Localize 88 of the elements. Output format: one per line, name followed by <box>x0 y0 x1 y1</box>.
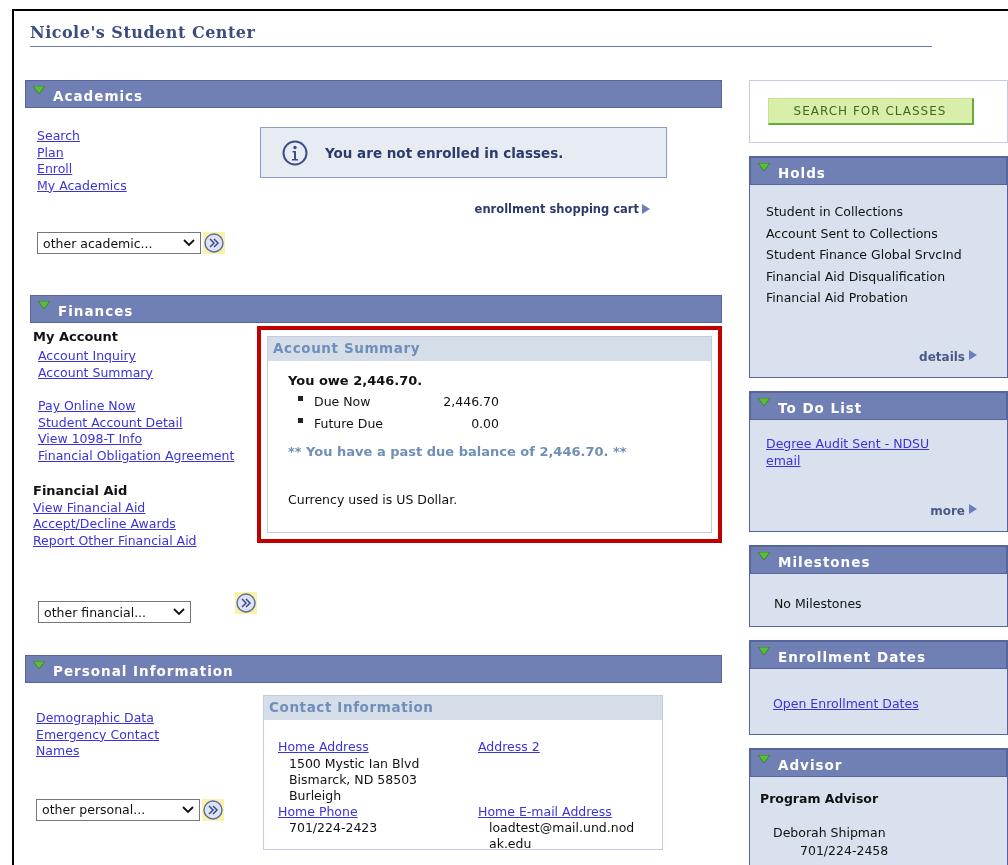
address-line: 1500 Mystic Ian Blvd <box>288 755 421 772</box>
bullet-icon <box>298 418 303 423</box>
finance-link[interactable]: View 1098-T Info <box>38 431 143 448</box>
section-title: Personal Information <box>53 663 234 679</box>
arrow-icon <box>969 350 977 360</box>
hold-item: Financial Aid Disqualification <box>766 267 947 286</box>
go-button[interactable] <box>203 232 225 255</box>
advisor-name: Deborah Shipman <box>772 824 887 842</box>
dropdown[interactable]: other personal... <box>36 798 200 821</box>
section-title: Academics <box>53 88 144 104</box>
hold-item: Account Sent to Collections <box>766 224 939 243</box>
double-chevron-icon <box>203 799 223 820</box>
finance-link[interactable]: Pay Online Now <box>38 398 136 415</box>
email-address: ak.edu <box>488 836 533 853</box>
hold-item: Financial Aid Probation <box>766 289 909 307</box>
address-2-link[interactable]: Address 2 <box>478 739 540 754</box>
go-button[interactable] <box>235 592 257 615</box>
subheading: Financial Aid <box>33 482 129 498</box>
finance-link[interactable]: Account Inquiry <box>38 348 136 365</box>
address-line: Bismarck, ND 58503 <box>288 771 419 788</box>
todo-link[interactable]: Degree Audit Sent - NDSU email <box>766 436 966 470</box>
phone-number: 701/224-2423 <box>288 820 379 837</box>
email-address: loadtest@mail.und.nod <box>488 820 636 837</box>
personal-link[interactable]: Demographic Data <box>36 710 154 727</box>
collapse-triangle-icon[interactable] <box>758 398 770 406</box>
milestones-text: No Milestones <box>774 596 863 611</box>
more-link[interactable]: more <box>930 504 977 518</box>
currency-note: Currency used is US Dollar. <box>288 492 459 507</box>
search-classes-button[interactable]: SEARCH FOR CLASSES <box>767 98 974 125</box>
collapse-triangle-icon[interactable] <box>38 301 50 309</box>
page-title: Nicole's Student Center <box>30 23 932 47</box>
notice-text: You are not enrolled in classes. <box>325 144 564 161</box>
personal-link[interactable]: Names <box>36 743 80 760</box>
financial-aid-link[interactable]: Report Other Financial Aid <box>33 532 197 550</box>
collapse-triangle-icon[interactable] <box>33 86 45 94</box>
dropdown[interactable]: other financial... <box>38 601 192 624</box>
enrollment-dates-link[interactable]: Open Enrollment Dates <box>773 696 1007 713</box>
finance-link[interactable]: Student Account Detail <box>38 414 183 432</box>
collapse-triangle-icon[interactable] <box>758 755 770 763</box>
section-title: To Do List <box>778 400 863 416</box>
section-title: Advisor <box>778 757 843 773</box>
double-chevron-icon <box>236 593 256 614</box>
due-label: Future Due <box>314 416 385 431</box>
arrow-icon <box>969 504 977 514</box>
hold-item: Student in Collections <box>766 203 904 221</box>
panel-title: Contact Information <box>264 696 662 720</box>
financial-aid-link[interactable]: Accept/Decline Awards <box>33 516 176 533</box>
nav-link[interactable]: Enroll <box>37 161 73 178</box>
financial-aid-link[interactable]: View Financial Aid <box>33 499 146 517</box>
panel-title: Account Summary <box>268 337 711 361</box>
caret-icon <box>173 608 186 617</box>
hold-item: Student Finance Global SrvcInd <box>766 246 963 264</box>
details-link[interactable]: details <box>919 350 977 364</box>
collapse-triangle-icon[interactable] <box>758 163 770 171</box>
collapse-triangle-icon[interactable] <box>33 661 45 669</box>
past-due-message: ** You have a past due balance of 2,446.70. ** <box>288 444 628 459</box>
section-title: Holds <box>778 165 826 181</box>
section-title: Milestones <box>778 554 871 570</box>
finance-link[interactable]: Financial Obligation Agreement <box>38 447 235 465</box>
due-amount: 0.00 <box>470 416 499 431</box>
advisor-role: Program Advisor <box>760 791 880 806</box>
bullet-icon <box>298 396 303 401</box>
nav-link[interactable]: My Academics <box>37 177 127 195</box>
dropdown[interactable]: other academic... <box>37 232 201 255</box>
nav-link[interactable]: Search <box>37 128 80 145</box>
nav-link[interactable]: Plan <box>37 144 64 162</box>
email-link[interactable]: Home E-mail Address <box>478 803 612 819</box>
shopping-cart-link[interactable]: enrollment shopping cart <box>474 202 650 216</box>
collapse-triangle-icon[interactable] <box>758 552 770 560</box>
amount-owed: You owe 2,446.70. <box>288 373 424 388</box>
due-amount: 2,446.70 <box>442 394 499 409</box>
go-button[interactable] <box>202 798 224 821</box>
address-line: Burleigh <box>288 787 343 804</box>
caret-icon <box>183 239 195 248</box>
home-phone-link[interactable]: Home Phone <box>278 803 358 819</box>
section-title: Enrollment Dates <box>778 649 926 665</box>
info-icon <box>282 139 308 166</box>
section-title: Finances <box>58 303 134 319</box>
caret-icon <box>182 805 194 814</box>
advisor-phone: 701/224-2458 <box>799 842 890 860</box>
subheading: My Account <box>33 329 120 344</box>
collapse-triangle-icon[interactable] <box>758 647 770 655</box>
due-label: Due Now <box>314 394 372 409</box>
finance-link[interactable]: Account Summary <box>38 364 153 382</box>
double-chevron-icon <box>204 233 224 254</box>
home-address-link[interactable]: Home Address <box>278 739 369 754</box>
arrow-icon <box>642 204 650 214</box>
personal-link[interactable]: Emergency Contact <box>36 726 160 744</box>
